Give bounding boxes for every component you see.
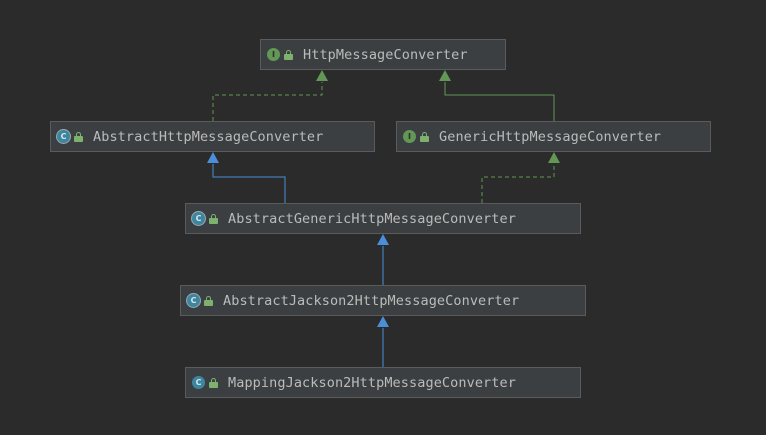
lock-icon bbox=[420, 131, 429, 142]
lock-icon bbox=[209, 213, 218, 224]
node-label: HttpMessageConverter bbox=[303, 46, 468, 63]
arrowhead bbox=[377, 316, 389, 327]
arrowhead bbox=[207, 152, 219, 163]
arrowhead bbox=[548, 152, 560, 163]
edge-abstract-generic-implements-generic-http bbox=[481, 152, 560, 203]
node-label: GenericHttpMessageConverter bbox=[439, 128, 662, 145]
arrowhead bbox=[316, 70, 328, 81]
lock-icon bbox=[284, 49, 293, 60]
node-http-message-converter[interactable]: I HttpMessageConverter bbox=[260, 39, 506, 70]
node-abstract-generic-http-message-converter[interactable]: C AbstractGenericHttpMessageConverter bbox=[185, 203, 581, 234]
abstract-class-icon: C bbox=[57, 130, 70, 143]
lock-icon bbox=[209, 377, 218, 388]
interface-icon: I bbox=[267, 48, 280, 61]
arrowhead bbox=[377, 234, 389, 245]
node-label: AbstractGenericHttpMessageConverter bbox=[228, 210, 516, 227]
edge-abstract-generic-extends-abstract-http bbox=[207, 152, 286, 203]
lock-icon bbox=[204, 295, 213, 306]
edge-abstract-jackson2-extends-abstract-generic bbox=[377, 234, 389, 285]
node-abstract-http-message-converter[interactable]: C AbstractHttpMessageConverter bbox=[50, 121, 375, 152]
edge-abstract-http-implements-http bbox=[212, 70, 328, 121]
node-abstract-jackson2-http-message-converter[interactable]: C AbstractJackson2HttpMessageConverter bbox=[180, 285, 586, 316]
edge-mapping-jackson2-extends-abstract-jackson2 bbox=[377, 316, 389, 367]
arrowhead bbox=[439, 70, 451, 81]
node-label: MappingJackson2HttpMessageConverter bbox=[228, 374, 516, 391]
node-generic-http-message-converter[interactable]: I GenericHttpMessageConverter bbox=[396, 121, 711, 152]
class-icon: C bbox=[192, 376, 205, 389]
node-label: AbstractHttpMessageConverter bbox=[93, 128, 324, 145]
abstract-class-icon: C bbox=[192, 212, 205, 225]
class-hierarchy-diagram: I HttpMessageConverter C AbstractHttpMes… bbox=[0, 0, 766, 435]
node-label: AbstractJackson2HttpMessageConverter bbox=[223, 292, 520, 309]
interface-icon: I bbox=[403, 130, 416, 143]
node-mapping-jackson2-http-message-converter[interactable]: C MappingJackson2HttpMessageConverter bbox=[185, 367, 581, 398]
abstract-class-icon: C bbox=[187, 294, 200, 307]
edge-generic-http-extends-http bbox=[439, 70, 555, 121]
lock-icon bbox=[74, 131, 83, 142]
